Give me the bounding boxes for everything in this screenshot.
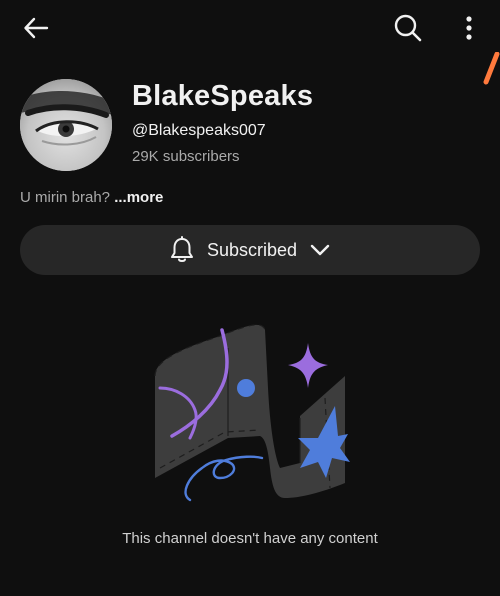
channel-description[interactable]: U mirin brah? ...more xyxy=(20,189,163,206)
back-arrow-icon xyxy=(24,17,49,39)
subscribed-button[interactable]: Subscribed xyxy=(20,225,480,275)
chevron-down-icon xyxy=(310,244,330,256)
search-icon xyxy=(394,14,422,42)
more-link[interactable]: ...more xyxy=(114,189,163,206)
channel-handle: @Blakespeaks007 xyxy=(132,122,266,139)
channel-name: BlakeSpeaks xyxy=(132,80,314,112)
back-button[interactable] xyxy=(14,6,58,50)
description-text: U mirin brah? xyxy=(20,189,111,206)
subscribed-label: Subscribed xyxy=(206,239,298,260)
orange-stroke-mark xyxy=(483,52,500,85)
bell-icon xyxy=(170,236,193,262)
channel-avatar[interactable] xyxy=(20,79,112,171)
empty-state-message: This channel doesn't have any content xyxy=(122,530,378,547)
more-options-button[interactable] xyxy=(447,6,491,50)
empty-state-illustration xyxy=(154,324,350,502)
subscriber-count: 29K subscribers xyxy=(132,148,240,165)
more-vertical-icon xyxy=(466,16,472,40)
avatar-image xyxy=(20,79,112,171)
search-button[interactable] xyxy=(386,6,430,50)
